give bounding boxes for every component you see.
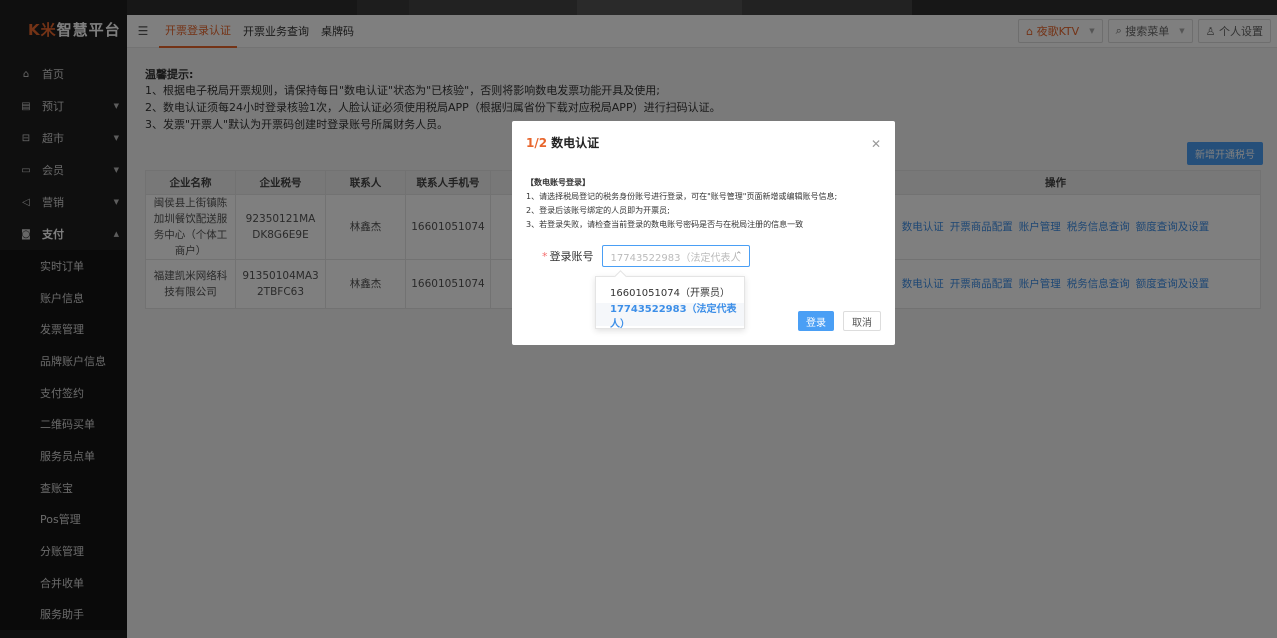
- chevron-up-icon: ⌃: [734, 251, 743, 261]
- dropdown-option-selected[interactable]: 17743522983（法定代表人）: [596, 303, 744, 330]
- dialog-title: 1/2 数电认证: [526, 136, 600, 150]
- close-icon[interactable]: ✕: [871, 137, 881, 151]
- dialog-notes: 【数电账号登录】 1、请选择税局登记的税务身份账号进行登录，可在"账号管理"页面…: [526, 176, 837, 232]
- cancel-button[interactable]: 取消: [843, 311, 881, 331]
- account-label: * 登录账号: [542, 250, 594, 263]
- account-form-row: * 登录账号 17743522983（法定代表人 ⌃: [542, 245, 750, 267]
- step-indicator: 1/2: [526, 136, 548, 150]
- note-line: 2、登录后该账号绑定的人员即为开票员;: [526, 206, 670, 215]
- account-dropdown: 16601051074（开票员） 17743522983（法定代表人）: [595, 276, 745, 330]
- login-button[interactable]: 登录: [798, 311, 834, 331]
- required-mark: *: [542, 250, 548, 263]
- notes-title: 【数电账号登录】: [526, 178, 590, 187]
- note-line: 3、若登录失败，请检查当前登录的数电账号密码是否与在税局注册的信息一致: [526, 220, 804, 229]
- account-select[interactable]: 17743522983（法定代表人 ⌃: [601, 245, 750, 267]
- note-line: 1、请选择税局登记的税务身份账号进行登录，可在"账号管理"页面新增或编辑账号信息…: [526, 192, 838, 201]
